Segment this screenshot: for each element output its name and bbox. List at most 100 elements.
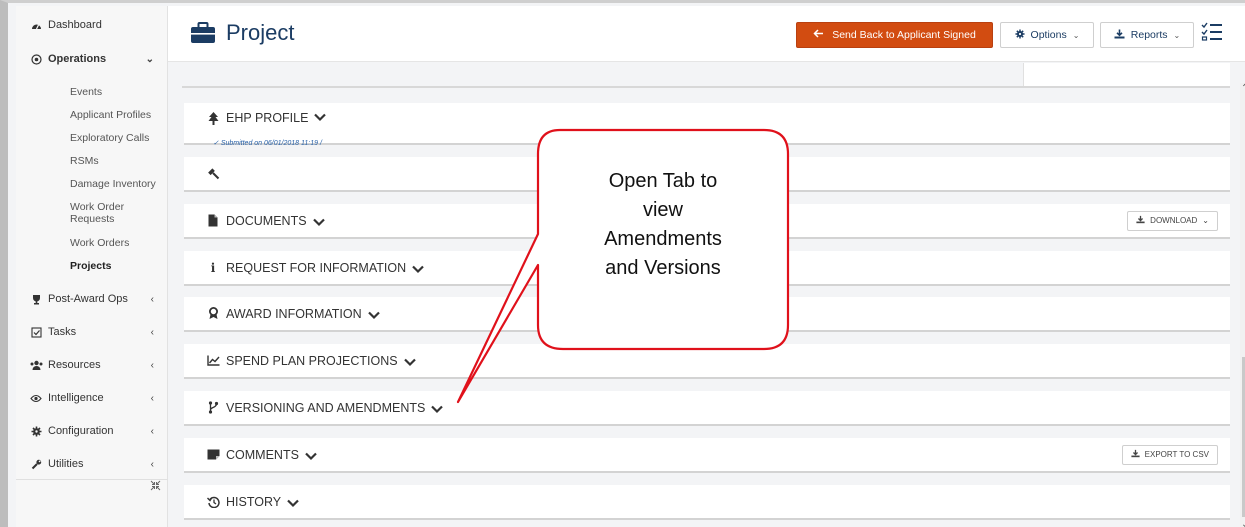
chevron-down-icon: ⌄ — [1202, 216, 1209, 225]
sidebar-item-configuration[interactable]: Configuration ‹ — [16, 416, 168, 446]
sidebar-item-intelligence[interactable]: Intelligence ‹ — [16, 383, 168, 413]
chevron-down-icon — [314, 111, 327, 122]
sidebar-item-label: Operations — [48, 53, 107, 65]
sidebar-subitem-projects[interactable]: Projects — [70, 260, 166, 272]
chevron-down-icon — [287, 497, 299, 507]
chevron-down-icon — [312, 216, 325, 226]
sticky-note-icon — [206, 448, 220, 462]
panel-title: DOCUMENTS — [226, 213, 307, 228]
award-icon — [206, 307, 220, 321]
gear-icon — [1015, 28, 1025, 42]
chevron-left-icon: ‹ — [150, 458, 154, 470]
page-header: Project Send Back to Applicant Signed Op… — [168, 6, 1245, 62]
sidebar-subitem-damage-inventory[interactable]: Damage Inventory — [70, 178, 166, 190]
options-button[interactable]: Options ⌄ — [1000, 22, 1094, 48]
sidebar-item-label: Post-Award Ops — [48, 293, 128, 305]
file-icon — [206, 214, 220, 228]
sidebar-subitem-rsms[interactable]: RSMs — [70, 155, 166, 167]
chevron-left-icon: ‹ — [150, 425, 154, 437]
code-branch-icon — [206, 401, 220, 415]
download-button[interactable]: DOWNLOAD ⌄ — [1127, 210, 1218, 231]
send-back-button[interactable]: Send Back to Applicant Signed — [796, 22, 993, 48]
dashboard-icon — [28, 21, 44, 30]
check-icon: ✓ — [213, 140, 219, 147]
sidebar-item-dashboard[interactable]: Dashboard — [16, 10, 168, 40]
sidebar-divider — [16, 479, 168, 480]
panel-title: COMMENTS — [226, 447, 299, 462]
chevron-down-icon: ⌄ — [145, 53, 154, 65]
panel-gavel[interactable] — [184, 157, 1230, 192]
chevron-down-icon — [412, 263, 424, 273]
sidebar-item-label: Intelligence — [48, 392, 104, 404]
users-icon — [28, 360, 44, 370]
sidebar-subitem-work-orders[interactable]: Work Orders — [70, 237, 166, 249]
reports-label: Reports — [1130, 29, 1168, 41]
sidebar-item-tasks[interactable]: Tasks ‹ — [16, 317, 168, 347]
chevron-down-icon — [403, 356, 416, 366]
panel-title: AWARD INFORMATION — [226, 306, 362, 321]
download-icon — [1136, 215, 1145, 226]
chevron-down-icon — [305, 450, 317, 460]
panel-award-information[interactable]: AWARD INFORMATION — [184, 297, 1230, 332]
download-label: DOWNLOAD — [1150, 216, 1198, 225]
sidebar-subitem-exploratory-calls[interactable]: Exploratory Calls — [70, 132, 166, 144]
export-csv-label: EXPORT TO CSV — [1144, 450, 1209, 459]
sidebar-subitem-work-order-requests[interactable]: Work Order Requests — [70, 201, 140, 225]
eye-icon — [28, 394, 44, 403]
sidebar-item-label: Utilities — [48, 458, 84, 470]
arrow-left-icon — [813, 29, 824, 41]
sidebar-subitem-events[interactable]: Events — [70, 86, 166, 98]
line-chart-icon — [206, 354, 220, 368]
sidebar-item-label: Dashboard — [48, 19, 102, 31]
panel-documents[interactable]: DOCUMENTS DOWNLOAD ⌄ — [184, 204, 1230, 239]
reports-button[interactable]: Reports ⌄ — [1100, 22, 1194, 48]
chevron-left-icon: ‹ — [150, 392, 154, 404]
chevron-down-icon — [367, 309, 380, 319]
chevron-left-icon: ‹ — [150, 359, 154, 371]
gear-icon — [28, 426, 44, 437]
scroll-down-icon[interactable]: ⌄ — [1241, 519, 1245, 527]
panel-history[interactable]: HISTORY — [184, 485, 1230, 520]
sidebar-item-label: Tasks — [48, 326, 77, 338]
panel-versioning-and-amendments[interactable]: VERSIONING AND AMENDMENTS — [184, 391, 1230, 426]
sidebar-item-label: Configuration — [48, 425, 114, 437]
app-window: Dashboard Operations ⌄ Events Applicant … — [0, 0, 1245, 527]
sidebar: Dashboard Operations ⌄ Events Applicant … — [16, 6, 168, 527]
sidebar-item-utilities[interactable]: Utilities ‹ — [16, 449, 168, 479]
export-csv-button[interactable]: EXPORT TO CSV — [1121, 444, 1218, 465]
previous-panel-edge — [1023, 63, 1230, 87]
chevron-left-icon: ‹ — [150, 293, 154, 305]
tree-icon — [206, 111, 220, 125]
chevron-down-icon: ⌄ — [1173, 30, 1181, 40]
panel-comments[interactable]: COMMENTS EXPORT TO CSV — [184, 438, 1230, 473]
panel-spend-plan-projections[interactable]: SPEND PLAN PROJECTIONS — [184, 344, 1230, 379]
sidebar-item-operations[interactable]: Operations ⌄ — [16, 44, 168, 74]
submission-status: ✓ Submitted on 06/01/2018 11:19 / — [213, 139, 322, 147]
checkbox-icon — [28, 326, 44, 338]
panel-title: SPEND PLAN PROJECTIONS — [226, 353, 398, 368]
scroll-up-icon[interactable]: ⌃ — [1241, 83, 1245, 94]
panel-title: HISTORY — [226, 494, 282, 509]
sidebar-item-post-award-ops[interactable]: Post-Award Ops ‹ — [16, 284, 168, 314]
operations-icon — [28, 53, 44, 65]
vertical-scrollbar[interactable]: ⌃ ⌄ — [1240, 83, 1245, 527]
sidebar-item-label: Resources — [48, 359, 101, 371]
panel-title: VERSIONING AND AMENDMENTS — [226, 400, 426, 415]
checklist-icon[interactable] — [1201, 22, 1223, 44]
sidebar-item-resources[interactable]: Resources ‹ — [16, 350, 168, 380]
panel-title: REQUEST FOR INFORMATION — [226, 260, 407, 275]
chevron-left-icon: ‹ — [150, 326, 154, 338]
panel-request-for-information[interactable]: i REQUEST FOR INFORMATION — [184, 251, 1230, 286]
history-icon — [206, 495, 220, 509]
panel-ehp-profile[interactable]: EHP PROFILE — [184, 103, 1230, 145]
gavel-icon — [206, 167, 220, 181]
chevron-down-icon: ⌄ — [1072, 30, 1080, 40]
collapse-sidebar-icon[interactable] — [150, 480, 161, 494]
sidebar-subitem-applicant-profiles[interactable]: Applicant Profiles — [70, 109, 166, 121]
page-title: Project — [226, 20, 295, 45]
trophy-icon — [28, 294, 44, 305]
briefcase-icon — [190, 22, 216, 44]
submission-text: Submitted on 06/01/2018 11:19 / — [220, 140, 322, 147]
wrench-icon — [28, 459, 44, 470]
page-title-group: Project — [190, 20, 294, 46]
